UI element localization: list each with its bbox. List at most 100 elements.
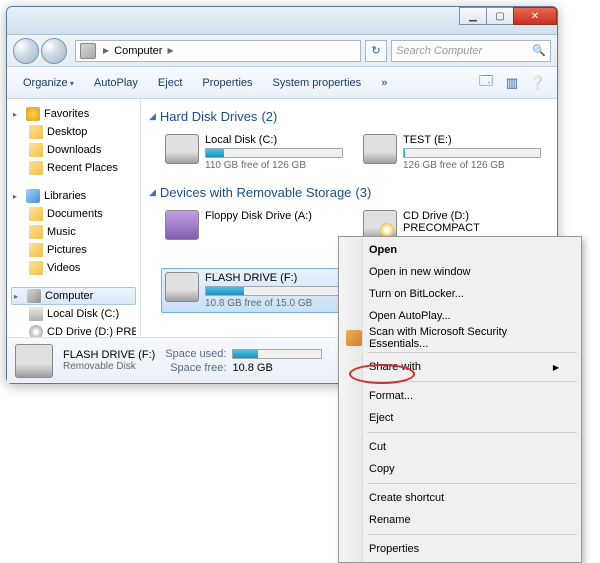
nav-local-disk-c[interactable]: Local Disk (C:) xyxy=(11,305,136,323)
favorites-group[interactable]: ▸Favorites xyxy=(11,105,136,123)
menu-open[interactable]: Open xyxy=(341,239,579,261)
properties-button[interactable]: Properties xyxy=(194,73,260,93)
menu-share-with[interactable]: Share with▶ xyxy=(341,356,579,378)
chevron-right-icon[interactable]: ▶ xyxy=(100,46,112,55)
space-free-value: 10.8 GB xyxy=(232,362,322,374)
drive-free: 126 GB free of 126 GB xyxy=(403,160,541,171)
breadcrumb[interactable]: ▶ Computer ▶ xyxy=(75,40,361,62)
command-bar: Organize AutoPlay Eject Properties Syste… xyxy=(7,67,557,99)
hdd-icon xyxy=(363,134,397,164)
overflow-button[interactable]: » xyxy=(373,73,395,93)
nav-desktop[interactable]: Desktop xyxy=(11,123,136,141)
drive-label: Floppy Disk Drive (A:) xyxy=(205,210,343,222)
folder-icon xyxy=(29,243,43,257)
libraries-group[interactable]: ▸Libraries xyxy=(11,187,136,205)
search-icon: 🔍 xyxy=(532,44,546,57)
drive-floppy-a[interactable]: Floppy Disk Drive (A:) xyxy=(161,206,347,264)
separator xyxy=(367,381,577,382)
details-title: FLASH DRIVE (F:) xyxy=(63,349,155,361)
space-free-label: Space free: xyxy=(165,362,226,374)
usb-drive-icon xyxy=(165,272,199,302)
drive-flash-f[interactable]: FLASH DRIVE (F:) 10.8 GB free of 15.0 GB xyxy=(161,268,347,313)
nav-buttons xyxy=(13,37,71,65)
computer-icon xyxy=(27,289,41,303)
preview-pane-button[interactable]: ▥ xyxy=(501,72,523,94)
space-used-bar xyxy=(232,349,322,359)
eject-button[interactable]: Eject xyxy=(150,73,190,93)
group-hdd[interactable]: ◢ Hard Disk Drives (2) xyxy=(149,105,549,130)
submenu-arrow-icon: ▶ xyxy=(553,363,559,372)
separator xyxy=(367,432,577,433)
collapse-icon: ◢ xyxy=(149,111,156,122)
drive-label: Local Disk (C:) xyxy=(205,134,343,146)
menu-properties[interactable]: Properties xyxy=(341,538,579,560)
separator xyxy=(367,534,577,535)
hdd-icon xyxy=(165,134,199,164)
help-button[interactable]: ❔ xyxy=(527,72,549,94)
minimize-button[interactable]: ▁ xyxy=(459,7,487,25)
menu-eject[interactable]: Eject xyxy=(341,407,579,429)
close-button[interactable]: ✕ xyxy=(513,7,557,25)
drive-test-e[interactable]: TEST (E:) 126 GB free of 126 GB xyxy=(359,130,545,175)
menu-rename[interactable]: Rename xyxy=(341,509,579,531)
floppy-icon xyxy=(165,210,199,240)
nav-documents[interactable]: Documents xyxy=(11,205,136,223)
separator xyxy=(367,483,577,484)
folder-icon xyxy=(29,143,43,157)
collapse-icon: ◢ xyxy=(149,187,156,198)
nav-recent[interactable]: Recent Places xyxy=(11,159,136,177)
separator xyxy=(367,352,577,353)
usb-drive-icon xyxy=(15,344,53,378)
menu-create-shortcut[interactable]: Create shortcut xyxy=(341,487,579,509)
forward-button[interactable] xyxy=(41,38,67,64)
menu-cut[interactable]: Cut xyxy=(341,436,579,458)
search-input[interactable]: Search Computer 🔍 xyxy=(391,40,551,62)
view-button[interactable]: 🗔 xyxy=(475,72,497,94)
menu-scan[interactable]: Scan with Microsoft Security Essentials.… xyxy=(341,327,579,349)
maximize-button[interactable]: ▢ xyxy=(486,7,514,25)
context-menu: Open Open in new window Turn on BitLocke… xyxy=(338,236,582,563)
menu-autoplay[interactable]: Open AutoPlay... xyxy=(341,305,579,327)
chevron-right-icon[interactable]: ▶ xyxy=(164,46,176,55)
libraries-icon xyxy=(26,189,40,203)
shield-icon xyxy=(346,330,362,346)
drive-local-c[interactable]: Local Disk (C:) 110 GB free of 126 GB xyxy=(161,130,347,175)
menu-open-new-window[interactable]: Open in new window xyxy=(341,261,579,283)
folder-icon xyxy=(29,225,43,239)
folder-icon xyxy=(29,161,43,175)
titlebar: ▁ ▢ ✕ xyxy=(7,7,557,35)
system-properties-button[interactable]: System properties xyxy=(265,73,370,93)
search-placeholder: Search Computer xyxy=(396,45,482,57)
drive-label: TEST (E:) xyxy=(403,134,541,146)
nav-music[interactable]: Music xyxy=(11,223,136,241)
menu-copy[interactable]: Copy xyxy=(341,458,579,480)
address-bar: ▶ Computer ▶ ↻ Search Computer 🔍 xyxy=(7,35,557,67)
menu-format[interactable]: Format... xyxy=(341,385,579,407)
nav-downloads[interactable]: Downloads xyxy=(11,141,136,159)
space-used-label: Space used: xyxy=(165,348,226,360)
group-removable[interactable]: ◢ Devices with Removable Storage (3) xyxy=(149,181,549,206)
nav-videos[interactable]: Videos xyxy=(11,259,136,277)
nav-pictures[interactable]: Pictures xyxy=(11,241,136,259)
folder-icon xyxy=(29,261,43,275)
capacity-bar xyxy=(403,148,541,158)
capacity-bar xyxy=(205,148,343,158)
autoplay-button[interactable]: AutoPlay xyxy=(86,73,146,93)
folder-icon xyxy=(29,207,43,221)
capacity-bar xyxy=(205,286,343,296)
menu-bitlocker[interactable]: Turn on BitLocker... xyxy=(341,283,579,305)
cd-icon xyxy=(29,325,43,337)
star-icon xyxy=(26,107,40,121)
back-button[interactable] xyxy=(13,38,39,64)
drive-icon xyxy=(29,307,43,321)
computer-icon xyxy=(80,43,96,59)
breadcrumb-segment[interactable]: Computer xyxy=(112,45,164,57)
refresh-button[interactable]: ↻ xyxy=(365,40,387,62)
drive-free: 110 GB free of 126 GB xyxy=(205,160,343,171)
drive-free: 10.8 GB free of 15.0 GB xyxy=(205,298,343,309)
navigation-pane: ▸Favorites Desktop Downloads Recent Plac… xyxy=(7,99,141,337)
nav-cd-drive-d[interactable]: CD Drive (D:) PRE xyxy=(11,323,136,337)
details-type: Removable Disk xyxy=(63,361,155,372)
organize-button[interactable]: Organize xyxy=(15,73,82,93)
computer-group[interactable]: ▸Computer xyxy=(11,287,136,305)
